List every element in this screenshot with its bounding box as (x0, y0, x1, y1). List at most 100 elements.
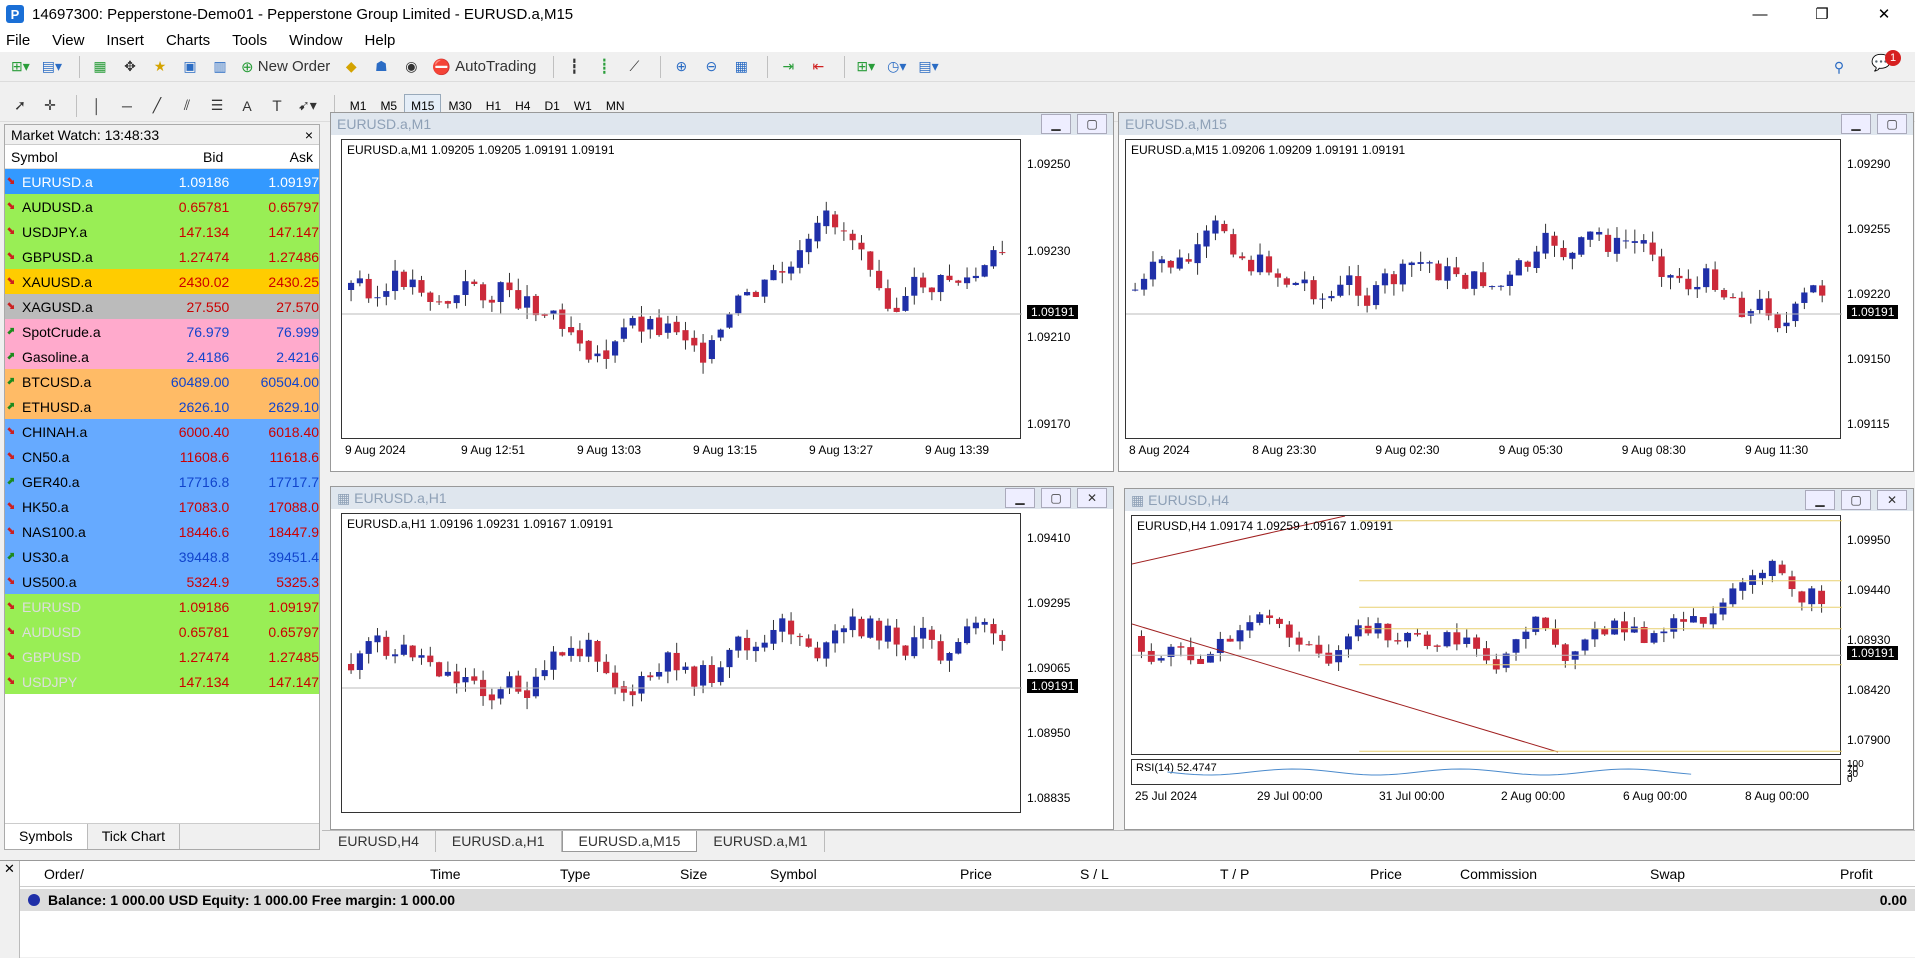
restore-button[interactable]: ❐ (1791, 0, 1853, 28)
market-watch-row[interactable]: ⬊ CHINAH.a 6000.40 6018.40 (5, 419, 319, 444)
terminal-column-header[interactable]: S / L (1080, 866, 1109, 882)
tile-windows-icon[interactable]: ▦ (729, 55, 753, 79)
terminal-column-header[interactable]: Commission (1460, 866, 1537, 882)
line-chart-icon[interactable]: ⟋ (622, 55, 646, 79)
chart-tab-eurusd-a-h1[interactable]: EURUSD.a,H1 (436, 831, 562, 852)
market-watch-row[interactable]: ⬊ CN50.a 11608.6 11618.6 (5, 444, 319, 469)
terminal-column-header[interactable]: Size (680, 866, 707, 882)
market-watch-row[interactable]: ⬊ US500.a 5324.9 5325.3 (5, 569, 319, 594)
new-order-button[interactable]: ⊕ New Order (238, 55, 333, 79)
rsi-subwindow[interactable]: RSI(14) 52.4747 (1131, 759, 1841, 785)
column-symbol[interactable]: Symbol (5, 149, 140, 165)
chart-plot-area[interactable] (1131, 515, 1842, 755)
chart-window-m15[interactable]: EURUSD.a,M15 ▁ ▢ EURUSD.a,M15 1.09206 1.09… (1118, 112, 1914, 472)
chart-max-button[interactable]: ▢ (1841, 490, 1871, 510)
menu-window[interactable]: Window (289, 32, 342, 49)
market-watch-row[interactable]: ⬈ BTCUSD.a 60489.00 60504.00 (5, 369, 319, 394)
horizontal-line-icon[interactable]: ─ (115, 94, 139, 118)
zoom-in-icon[interactable]: ⊕ (669, 55, 693, 79)
search-icon[interactable]: ⚲ (1827, 55, 1851, 79)
market-watch-row[interactable]: ⬊ NAS100.a 18446.6 18447.9 (5, 519, 319, 544)
new-chart-icon[interactable]: ⊞▾ (8, 55, 33, 79)
tab-tick-chart[interactable]: Tick Chart (88, 824, 180, 849)
terminal-column-header[interactable]: Time (430, 866, 461, 882)
chart-plot-area[interactable] (1125, 139, 1842, 439)
chart-close-button[interactable]: ✕ (1077, 488, 1107, 508)
metaeditor-icon[interactable]: ◆ (339, 55, 363, 79)
minimize-button[interactable]: — (1729, 0, 1791, 28)
candlestick-icon[interactable]: ┋ (592, 55, 616, 79)
menu-insert[interactable]: Insert (106, 32, 144, 49)
market-watch-row[interactable]: ⬊ EURUSD.a 1.09186 1.09197 (5, 169, 319, 194)
market-watch-row[interactable]: ⬊ AUDUSD.a 0.65781 0.65797 (5, 194, 319, 219)
terminal-column-header[interactable]: Price (960, 866, 992, 882)
templates-icon[interactable]: ▤▾ (915, 55, 941, 79)
cursor-icon[interactable]: ➚ (8, 94, 32, 118)
bar-chart-icon[interactable]: ┇ (562, 55, 586, 79)
menu-charts[interactable]: Charts (166, 32, 210, 49)
terminal-column-header[interactable]: Swap (1650, 866, 1685, 882)
terminal-close-button[interactable]: ✕ (0, 861, 19, 877)
chart-close-button[interactable]: ✕ (1877, 490, 1907, 510)
arrows-icon[interactable]: ➹▾ (295, 94, 320, 118)
vertical-line-icon[interactable]: │ (85, 94, 109, 118)
chart-max-button[interactable]: ▢ (1077, 114, 1107, 134)
market-watch-icon[interactable]: ▦ (88, 55, 112, 79)
market-watch-row[interactable]: ⬊ GBPUSD.a 1.27474 1.27486 (5, 244, 319, 269)
chart-window-h4[interactable]: ▦ EURUSD,H4 ▁ ▢ ✕ EURUSD,H4 1.09174 1.09259… (1124, 488, 1914, 830)
navigator-icon[interactable]: ★ (148, 55, 172, 79)
notifications-button[interactable]: 💬 1 (1871, 50, 1901, 73)
menu-tools[interactable]: Tools (232, 32, 267, 49)
zoom-out-icon[interactable]: ⊖ (699, 55, 723, 79)
market-watch-row[interactable]: ⬈ SpotCrude.a 76.979 76.999 (5, 319, 319, 344)
text-label-icon[interactable]: Ｔ (265, 94, 289, 118)
tab-symbols[interactable]: Symbols (5, 824, 88, 849)
market-watch-row[interactable]: ⬊ AUDUSD 0.65781 0.65797 (5, 619, 319, 644)
chart-max-button[interactable]: ▢ (1041, 488, 1071, 508)
chart-shift-icon[interactable]: ⇤ (806, 55, 830, 79)
terminal-column-header[interactable]: Profit (1840, 866, 1873, 882)
market-watch-row[interactable]: ⬊ HK50.a 17083.0 17088.0 (5, 494, 319, 519)
indicators-icon[interactable]: ⊞▾ (853, 55, 878, 79)
signals-icon[interactable]: ☗ (369, 55, 393, 79)
market-icon[interactable]: ◉ (399, 55, 423, 79)
autotrading-button[interactable]: ⛔ AutoTrading (429, 55, 539, 79)
profiles-icon[interactable]: ▤▾ (39, 55, 65, 79)
crosshair-icon[interactable]: ✥ (118, 55, 142, 79)
chart-max-button[interactable]: ▢ (1877, 114, 1907, 134)
menu-file[interactable]: File (6, 32, 30, 49)
market-watch-row[interactable]: ⬊ USDJPY.a 147.134 147.147 (5, 219, 319, 244)
market-watch-row[interactable]: ⬊ GBPUSD 1.27474 1.27485 (5, 644, 319, 669)
auto-scroll-icon[interactable]: ⇥ (776, 55, 800, 79)
terminal-column-header[interactable]: Price (1370, 866, 1402, 882)
tester-icon[interactable]: ▥ (208, 55, 232, 79)
column-ask[interactable]: Ask (229, 149, 319, 165)
market-watch-row[interactable]: ⬊ EURUSD 1.09186 1.09197 (5, 594, 319, 619)
chart-min-button[interactable]: ▁ (1841, 114, 1871, 134)
crosshair-tool-icon[interactable]: ✛ (38, 94, 62, 118)
column-bid[interactable]: Bid (140, 149, 230, 165)
market-watch-row[interactable]: ⬊ XAGUSD.a 27.550 27.570 (5, 294, 319, 319)
menu-view[interactable]: View (52, 32, 84, 49)
trendline-icon[interactable]: ╱ (145, 94, 169, 118)
chart-window-m1[interactable]: EURUSD.a,M1 ▁ ▢ EURUSD.a,M1 1.09205 1.0920… (330, 112, 1114, 472)
terminal-column-header[interactable]: T / P (1220, 866, 1249, 882)
chart-min-button[interactable]: ▁ (1805, 490, 1835, 510)
market-watch-row[interactable]: ⬈ US30.a 39448.8 39451.4 (5, 544, 319, 569)
chart-window-h1[interactable]: ▦ EURUSD.a,H1 ▁ ▢ ✕ EURUSD.a,H1 1.09196 1.0… (330, 486, 1114, 830)
terminal-column-header[interactable]: Symbol (770, 866, 817, 882)
market-watch-row[interactable]: ⬈ GER40.a 17716.8 17717.7 (5, 469, 319, 494)
fibonacci-icon[interactable]: ☰ (205, 94, 229, 118)
chart-plot-area[interactable] (341, 513, 1022, 813)
market-watch-row[interactable]: ⬊ USDJPY 147.134 147.147 (5, 669, 319, 694)
equidistant-channel-icon[interactable]: ⫽ (175, 94, 199, 118)
market-watch-close-button[interactable]: × (305, 127, 313, 143)
terminal-icon[interactable]: ▣ (178, 55, 202, 79)
chart-tab-eurusd-h4[interactable]: EURUSD,H4 (322, 831, 436, 852)
terminal-column-header[interactable]: Type (560, 866, 590, 882)
chart-plot-area[interactable] (341, 139, 1022, 439)
terminal-column-header[interactable]: Order (44, 866, 80, 882)
market-watch-row[interactable]: ⬈ Gasoline.a 2.4186 2.4216 (5, 344, 319, 369)
close-button[interactable]: ✕ (1853, 0, 1915, 28)
periods-icon[interactable]: ◷▾ (884, 55, 909, 79)
